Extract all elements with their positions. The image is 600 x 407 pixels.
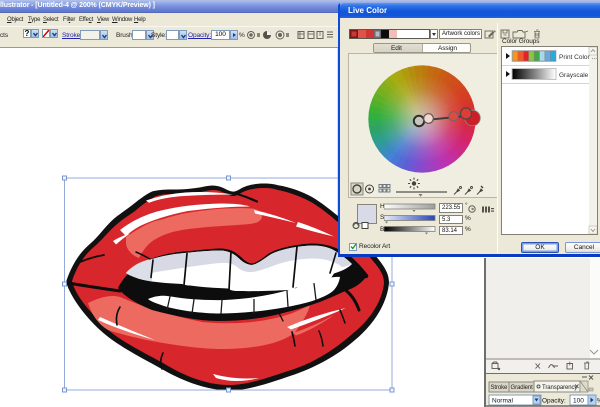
svg-text:Normal: Normal (492, 398, 514, 405)
svg-text:Opacity:: Opacity: (542, 398, 566, 405)
svg-text:Gradient: Gradient (511, 385, 534, 391)
svg-text:Stroke: Stroke (491, 385, 509, 391)
svg-text:Print Color ...: Print Color ... (559, 54, 597, 61)
svg-text:Transparency: Transparency (542, 385, 577, 391)
svg-text:100: 100 (573, 398, 584, 405)
svg-text:Grayscale: Grayscale (559, 72, 589, 79)
